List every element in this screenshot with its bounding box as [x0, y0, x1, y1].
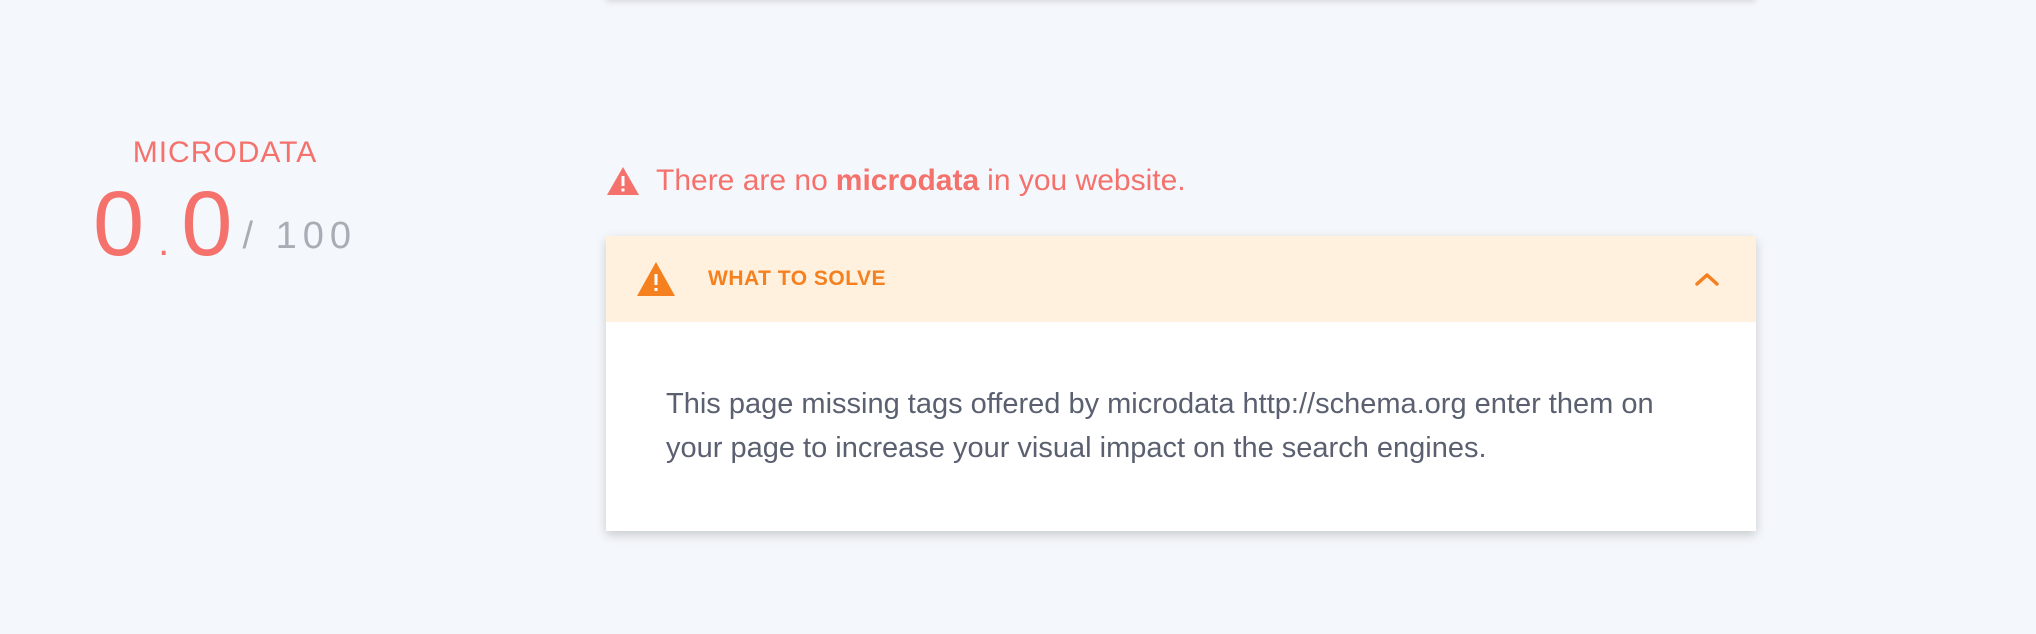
what-to-solve-title: WHAT TO SOLVE — [708, 267, 886, 290]
microdata-score: MICRODATA 0 . 0 / 100 — [60, 136, 390, 270]
alert-triangle-icon — [607, 167, 639, 195]
what-to-solve-card: WHAT TO SOLVE This page missing tags off… — [606, 236, 1756, 531]
chevron-up-icon[interactable] — [1694, 271, 1720, 287]
alert-text-strong: microdata — [835, 164, 980, 197]
score-value: 0 . 0 / 100 — [60, 178, 390, 270]
score-decimal: 0 — [181, 173, 233, 275]
microdata-alert: There are no microdata in you website. — [606, 164, 1186, 198]
what-to-solve-body: This page missing tags offered by microd… — [666, 388, 1654, 464]
what-to-solve-header[interactable]: WHAT TO SOLVE — [606, 236, 1756, 322]
score-integer: 0 — [93, 173, 145, 275]
score-title: MICRODATA — [132, 136, 318, 169]
score-max: / 100 — [242, 215, 357, 257]
alert-text-before: There are no — [656, 164, 828, 197]
warning-triangle-icon — [637, 262, 675, 296]
score-dot: . — [158, 220, 170, 264]
alert-text-after: in you website. — [987, 164, 1186, 197]
